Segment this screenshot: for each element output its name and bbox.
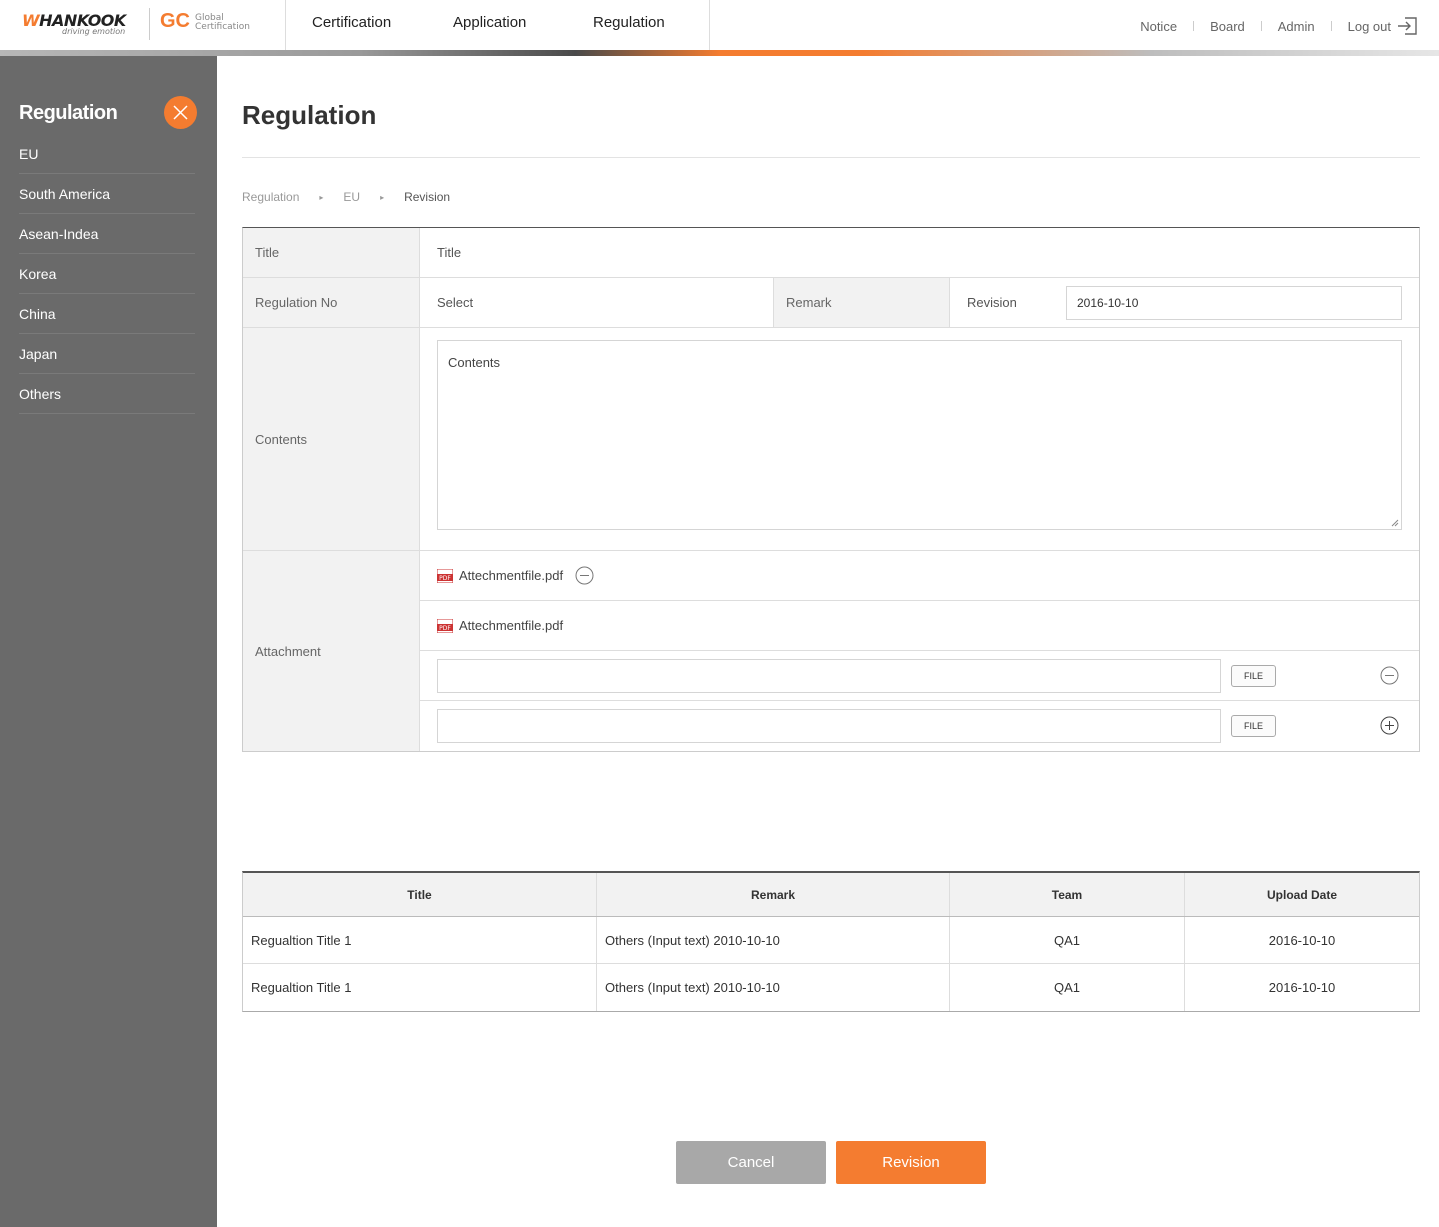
header-divider (285, 0, 286, 50)
table-row[interactable]: Regualtion Title 1 Others (Input text) 2… (243, 917, 1419, 964)
contents-label: Contents (243, 328, 420, 550)
form-row-attachment: Attachment PDF Attechmentfile.pdf PDF At… (243, 551, 1419, 751)
table-header: Title Remark Team Upload Date (243, 873, 1419, 917)
file-upload-row: FILE (420, 651, 1419, 701)
notice-link[interactable]: Notice (1140, 19, 1177, 34)
contents-cell: Contents (420, 328, 1419, 550)
add-row-icon[interactable] (1380, 716, 1399, 735)
sidebar-item-south-america[interactable]: South America (19, 174, 195, 214)
page-title: Regulation (242, 100, 377, 130)
revision-button[interactable]: Revision (836, 1141, 986, 1184)
chevron-right-icon: ▸ (380, 192, 385, 202)
sidebar: Regulation EU South America Asean-Indea … (0, 56, 217, 1227)
table-row[interactable]: Regualtion Title 1 Others (Input text) 2… (243, 964, 1419, 1011)
contents-textarea[interactable]: Contents (437, 340, 1402, 530)
sidebar-item-eu[interactable]: EU (19, 134, 195, 174)
revision-date-input[interactable]: 2016-10-10 (1066, 285, 1402, 320)
header: WHANKOOK driving emotion GC Global Certi… (0, 0, 1439, 50)
remove-attachment-icon[interactable] (575, 566, 594, 585)
brand-tagline: driving emotion (62, 27, 126, 36)
column-header-remark: Remark (597, 873, 950, 916)
revision-cell: Revision 2016-10-10 (950, 278, 1419, 327)
nav-certification[interactable]: Certification (312, 14, 391, 31)
cancel-button[interactable]: Cancel (676, 1141, 826, 1184)
sidebar-item-asean-indea[interactable]: Asean-Indea (19, 214, 195, 254)
breadcrumb-regulation[interactable]: Regulation (242, 190, 299, 204)
board-link[interactable]: Board (1210, 19, 1245, 34)
util-separator (1260, 21, 1262, 31)
sidebar-item-japan[interactable]: Japan (19, 334, 195, 374)
attachment-filename[interactable]: Attechmentfile.pdf (459, 568, 563, 583)
form-row-contents: Contents Contents (243, 328, 1419, 551)
title-divider (242, 157, 1420, 158)
gc-logo-subtitle: Global Certification (195, 14, 250, 32)
remove-row-icon[interactable] (1380, 666, 1399, 685)
cell-team: QA1 (950, 964, 1185, 1011)
file-button[interactable]: FILE (1231, 664, 1276, 687)
logo[interactable]: WHANKOOK driving emotion GC Global Certi… (20, 8, 285, 42)
column-header-team: Team (950, 873, 1185, 916)
revision-history-table: Title Remark Team Upload Date Regualtion… (242, 871, 1420, 1012)
cell-remark: Others (Input text) 2010-10-10 (597, 964, 950, 1011)
logout-icon[interactable] (1397, 15, 1419, 37)
nav-regulation[interactable]: Regulation (593, 14, 665, 31)
cell-team: QA1 (950, 917, 1185, 963)
util-separator (1330, 21, 1332, 31)
title-label: Title (243, 228, 420, 277)
cell-title: Regualtion Title 1 (243, 917, 597, 963)
attachment-list: PDF Attechmentfile.pdf PDF Attechmentfil… (420, 551, 1419, 751)
util-separator (1193, 21, 1195, 31)
contents-text: Contents (448, 355, 501, 370)
svg-text:PDF: PDF (439, 575, 451, 582)
cell-upload-date: 2016-10-10 (1268, 932, 1336, 948)
svg-text:PDF: PDF (439, 625, 451, 632)
sidebar-item-korea[interactable]: Korea (19, 254, 195, 294)
pdf-icon: PDF (437, 568, 453, 583)
attachment-item: PDF Attechmentfile.pdf (420, 551, 1419, 601)
attachment-filename[interactable]: Attechmentfile.pdf (459, 618, 563, 633)
file-path-input[interactable] (437, 658, 1221, 693)
logout-link[interactable]: Log out (1348, 19, 1391, 34)
breadcrumb-current: Revision (404, 190, 451, 204)
chevron-right-icon: ▸ (319, 192, 324, 202)
file-button[interactable]: FILE (1231, 715, 1276, 737)
sidebar-item-china[interactable]: China (19, 294, 195, 334)
utility-menu: Notice Board Admin Log out (1140, 15, 1419, 37)
breadcrumb: Regulation ▸ EU ▸ Revision (242, 190, 450, 204)
column-header-title: Title (243, 873, 597, 916)
logo-divider (149, 8, 150, 40)
sidebar-title: Regulation (19, 102, 118, 124)
form-row-regulation: Regulation No Select Remark Revision 201… (243, 278, 1419, 328)
file-upload-row: FILE (420, 701, 1419, 751)
sidebar-item-others[interactable]: Others (19, 374, 195, 414)
cell-remark: Others (Input text) 2010-10-10 (597, 917, 950, 963)
cell-title: Regualtion Title 1 (243, 964, 597, 1011)
column-header-upload-date: Upload Date (1266, 887, 1337, 902)
breadcrumb-eu[interactable]: EU (343, 190, 360, 204)
sidebar-close-button[interactable] (164, 96, 197, 129)
gc-sub-line2: Certification (195, 22, 250, 32)
header-divider (709, 0, 710, 50)
sidebar-list: EU South America Asean-Indea Korea China… (19, 134, 195, 414)
file-path-input[interactable] (437, 709, 1221, 743)
revision-form: Title Title Regulation No Select Remark … (242, 227, 1420, 752)
attachment-label: Attachment (243, 551, 420, 751)
remark-label: Remark (774, 278, 950, 327)
cell-upload-date: 2016-10-10 (1268, 980, 1336, 995)
title-field[interactable]: Title (420, 228, 1419, 277)
attachment-item: PDF Attechmentfile.pdf (420, 601, 1419, 651)
nav-application[interactable]: Application (453, 14, 526, 31)
pdf-icon: PDF (437, 618, 453, 633)
regulation-no-select[interactable]: Select (420, 278, 774, 327)
close-icon (173, 105, 188, 120)
gc-logo: GC (160, 10, 190, 32)
revision-label: Revision (967, 295, 1017, 310)
form-row-title: Title Title (243, 228, 1419, 278)
admin-link[interactable]: Admin (1278, 19, 1315, 34)
regulation-no-label: Regulation No (243, 278, 420, 327)
resize-handle-icon[interactable] (1391, 519, 1399, 527)
